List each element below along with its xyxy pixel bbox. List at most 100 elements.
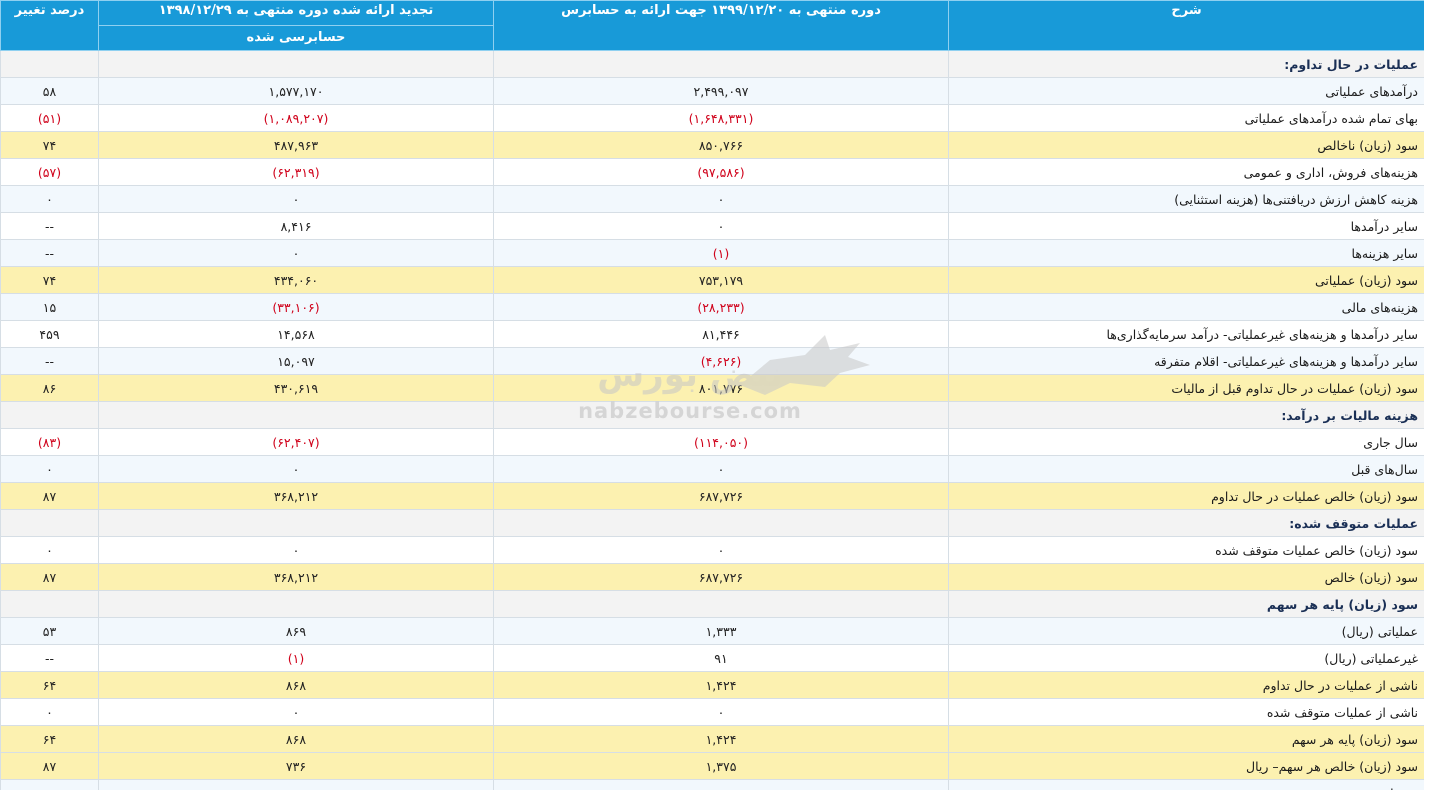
row-value-previous: ۸۶۹ — [98, 617, 494, 645]
row-value-current: ۸۰۱,۷۷۶ — [493, 374, 949, 402]
table-row: هزینه کاهش ارزش دریافتنی‌ها (هزینه استثن… — [0, 185, 1424, 213]
table-row: سود (زیان) خالص عملیات در حال تداوم ۶۸۷,۷… — [0, 482, 1424, 510]
row-description: عملیات متوقف شده: — [948, 509, 1424, 537]
table-row: عملیاتی (ریال) ۱,۳۳۳ ۸۶۹ ۵۳ — [0, 617, 1424, 645]
row-percent-change: ۸۷ — [0, 752, 99, 780]
row-value-previous: ۴۳۴,۰۶۰ — [98, 266, 494, 294]
row-value-current: ۸۵۰,۷۶۶ — [493, 131, 949, 159]
row-description: بهای تمام شده درآمدهای عملیاتی — [948, 104, 1424, 132]
table-body: عملیات در حال تداوم: درآمدهای عملیاتی ۲,۴۹… — [0, 50, 1424, 790]
row-value-current: (۱,۶۴۸,۳۳۱) — [493, 104, 949, 132]
row-value-previous: ۰ — [98, 185, 494, 213]
row-percent-change — [0, 401, 99, 429]
row-value-current — [493, 401, 949, 429]
row-value-current: ۶۸۷,۷۲۶ — [493, 563, 949, 591]
row-percent-change: ۶۴ — [0, 725, 99, 753]
row-description: هزینه کاهش ارزش دریافتنی‌ها (هزینه استثن… — [948, 185, 1424, 213]
header-description[interactable]: شرح — [948, 0, 1424, 51]
row-value-current: ۸۱,۴۴۶ — [493, 320, 949, 348]
row-percent-change — [0, 50, 99, 78]
row-percent-change: ۶۴ — [0, 671, 99, 699]
row-description: سایر درآمدها — [948, 212, 1424, 240]
row-value-current: ۰ — [493, 455, 949, 483]
row-description: هزینه مالیات بر درآمد: — [948, 401, 1424, 429]
row-percent-change: -- — [0, 347, 99, 375]
row-value-previous: ۳۶۸,۲۱۲ — [98, 563, 494, 591]
row-value-previous: ۰ — [98, 239, 494, 267]
section-header-row: عملیات در حال تداوم: — [0, 50, 1424, 78]
row-description: ناشی از عملیات در حال تداوم — [948, 671, 1424, 699]
row-percent-change: ۵۸ — [0, 77, 99, 105]
row-description: غیرعملیاتی (ریال) — [948, 644, 1424, 672]
table-row: سال جاری (۱۱۴,۰۵۰) (۶۲,۴۰۷) (۸۳) — [0, 428, 1424, 456]
header-period-previous[interactable]: تجدید ارائه شده دوره منتهی به ۱۳۹۸/۱۲/۲۹ — [98, 0, 494, 26]
row-percent-change: ۷۴ — [0, 131, 99, 159]
row-description: سایر درآمدها و هزینه‌های غیرعملیاتی- درآ… — [948, 320, 1424, 348]
row-value-current: (۱۱۴,۰۵۰) — [493, 428, 949, 456]
row-value-current: ۰ — [493, 212, 949, 240]
row-value-previous: (۳۳,۱۰۶) — [98, 293, 494, 321]
row-value-current: ۰ — [493, 698, 949, 726]
header-percent-change[interactable]: درصد تغییر — [0, 0, 99, 51]
row-value-previous: ۳۶۸,۲۱۲ — [98, 482, 494, 510]
row-percent-change: (۵۱) — [0, 104, 99, 132]
table-row: سود (زیان) پایه هر سهم ۱,۴۲۴ ۸۶۸ ۶۴ — [0, 725, 1424, 753]
row-value-current: ۵۰۰,۰۰۰ — [493, 779, 949, 790]
row-value-current — [493, 509, 949, 537]
row-value-previous: (۶۲,۳۱۹) — [98, 158, 494, 186]
row-value-current: (۲۸,۲۳۳) — [493, 293, 949, 321]
row-value-current: ۱,۴۲۴ — [493, 725, 949, 753]
row-percent-change: ۰ — [0, 455, 99, 483]
row-percent-change: -- — [0, 212, 99, 240]
row-description: سود (زیان) پایه هر سهم — [948, 725, 1424, 753]
row-description: سال جاری — [948, 428, 1424, 456]
table-row: سود (زیان) عملیاتی ۷۵۳,۱۷۹ ۴۳۴,۰۶۰ ۷۴ — [0, 266, 1424, 294]
table-row: سایر درآمدها ۰ ۸,۴۱۶ -- — [0, 212, 1424, 240]
row-value-previous — [98, 509, 494, 537]
row-value-previous: ۸۶۸ — [98, 671, 494, 699]
row-description: سرمایه — [948, 779, 1424, 790]
row-percent-change: ۰ — [0, 536, 99, 564]
row-percent-change — [0, 509, 99, 537]
table-row: سایر درآمدها و هزینه‌های غیرعملیاتی- اقل… — [0, 347, 1424, 375]
row-percent-change: ۰ — [0, 185, 99, 213]
header-period-current[interactable]: دوره منتهی به ۱۳۹۹/۱۲/۲۰ جهت ارائه به حس… — [493, 0, 949, 51]
row-percent-change: ۸۶ — [0, 374, 99, 402]
row-description: سود (زیان) ناخالص — [948, 131, 1424, 159]
table-row: سال‌های قبل ۰ ۰ ۰ — [0, 455, 1424, 483]
income-statement-table: شرح دوره منتهی به ۱۳۹۹/۱۲/۲۰ جهت ارائه ب… — [0, 0, 1424, 790]
row-description: سال‌های قبل — [948, 455, 1424, 483]
row-value-previous: ۱۴,۵۶۸ — [98, 320, 494, 348]
row-description: سود (زیان) عملیات در حال تداوم قبل از ما… — [948, 374, 1424, 402]
row-value-current: ۹۱ — [493, 644, 949, 672]
section-header-row: سود (زیان) پایه هر سهم — [0, 590, 1424, 618]
row-value-previous: ۴۳۰,۶۱۹ — [98, 374, 494, 402]
row-percent-change: (۵۷) — [0, 158, 99, 186]
row-percent-change: ۸۷ — [0, 563, 99, 591]
row-description: سود (زیان) خالص عملیات متوقف شده — [948, 536, 1424, 564]
row-value-previous — [98, 590, 494, 618]
row-value-current — [493, 590, 949, 618]
row-description: ناشی از عملیات متوقف شده — [948, 698, 1424, 726]
row-description: سود (زیان) پایه هر سهم — [948, 590, 1424, 618]
header-period-previous-audited: حسابرسی شده — [98, 25, 494, 51]
row-value-current: ۶۸۷,۷۲۶ — [493, 482, 949, 510]
row-percent-change: ۵۳ — [0, 617, 99, 645]
table-row: سود (زیان) ناخالص ۸۵۰,۷۶۶ ۴۸۷,۹۶۳ ۷۴ — [0, 131, 1424, 159]
table-header-row: شرح دوره منتهی به ۱۳۹۹/۱۲/۲۰ جهت ارائه ب… — [0, 0, 1424, 51]
table-row: سود (زیان) خالص هر سهم– ریال ۱,۳۷۵ ۷۳۶ ۸۷ — [0, 752, 1424, 780]
row-value-previous: ۸,۴۱۶ — [98, 212, 494, 240]
row-value-current: ۰ — [493, 185, 949, 213]
table-row: غیرعملیاتی (ریال) ۹۱ (۱) -- — [0, 644, 1424, 672]
row-description: سود (زیان) خالص — [948, 563, 1424, 591]
row-percent-change: ۱۵ — [0, 293, 99, 321]
row-value-previous: ۱۵,۰۹۷ — [98, 347, 494, 375]
table-row: سود (زیان) خالص عملیات متوقف شده ۰ ۰ ۰ — [0, 536, 1424, 564]
row-percent-change — [0, 590, 99, 618]
row-value-current — [493, 50, 949, 78]
row-description: سود (زیان) خالص عملیات در حال تداوم — [948, 482, 1424, 510]
financial-report-panel: شرح دوره منتهی به ۱۳۹۹/۱۲/۲۰ جهت ارائه ب… — [0, 0, 1424, 790]
table-row: هزینه‌های فروش، اداری و عمومی (۹۷,۵۸۶) (۶۲… — [0, 158, 1424, 186]
row-percent-change: -- — [0, 239, 99, 267]
row-value-previous: ۰ — [98, 698, 494, 726]
